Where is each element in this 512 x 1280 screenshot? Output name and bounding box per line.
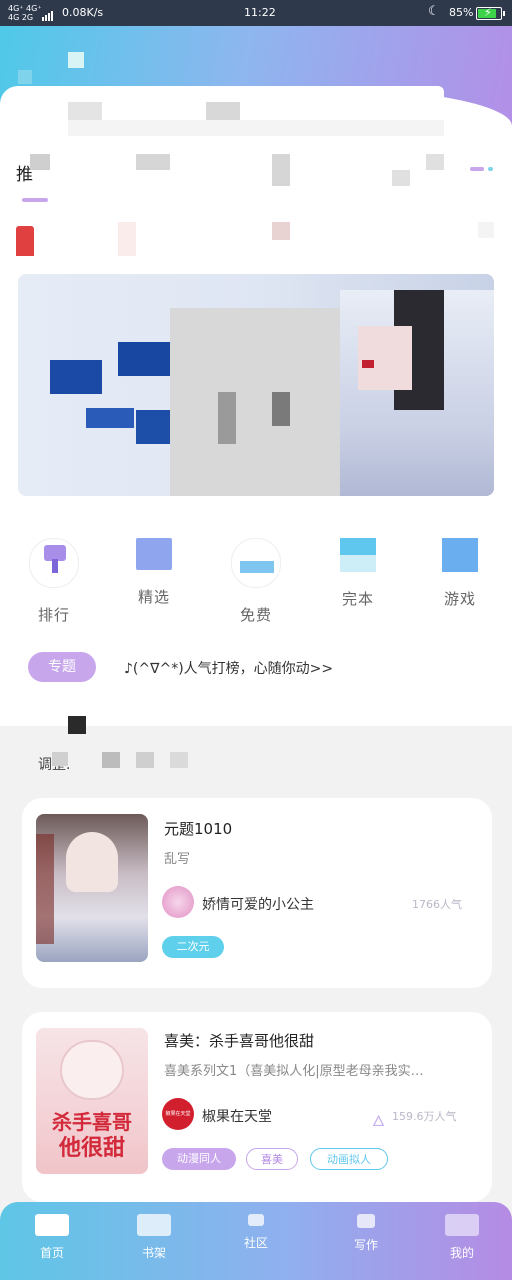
banner-text-block — [50, 360, 102, 394]
header-decoration — [18, 70, 32, 84]
cover-window-frame — [36, 834, 54, 944]
category-ranking[interactable]: 排行 — [14, 538, 94, 625]
network-speed: 0.08K/s — [62, 6, 104, 19]
category-game[interactable]: 游戏 — [420, 538, 500, 609]
tab-label-block[interactable] — [392, 170, 410, 186]
category-featured[interactable]: 精选 — [114, 538, 194, 607]
book-description: 喜美系列文1（喜美拟人化|原型老母亲我实… — [164, 1064, 424, 1079]
category-label: 精选 — [137, 588, 170, 606]
search-bar[interactable] — [68, 86, 444, 138]
status-bar: 4G⁺ 4G⁺ 4G 2G 0.08K/s 11:22 ☾ 85% ⚡ — [0, 0, 512, 26]
search-placeholder-block — [206, 102, 240, 120]
category-label: 完本 — [341, 590, 374, 608]
signal-bars-icon — [42, 8, 54, 21]
banner-mark — [272, 392, 290, 426]
subtab-block[interactable] — [478, 222, 494, 238]
category-free[interactable]: 免费 — [216, 538, 296, 625]
battery-icon: ⚡ — [476, 6, 505, 20]
author-avatar[interactable]: 椒果在天堂 — [162, 1098, 194, 1130]
promo-banner[interactable] — [18, 274, 494, 496]
ranking-icon — [29, 538, 79, 588]
nav-label: 我的 — [449, 1246, 474, 1260]
flame-icon: 🜂 — [372, 1112, 386, 1130]
nav-home[interactable]: 首页 — [12, 1210, 92, 1261]
book-tag[interactable]: 动漫同人 — [162, 1148, 236, 1170]
category-completed[interactable]: 完本 — [318, 538, 398, 609]
book-tag[interactable]: 二次元 — [162, 936, 224, 958]
game-icon — [442, 538, 478, 572]
write-icon — [357, 1214, 375, 1228]
tab-label-block[interactable] — [272, 154, 290, 186]
subtab-block[interactable] — [118, 222, 136, 256]
active-tab-indicator — [22, 198, 48, 202]
popularity-count: 159.6万人气 — [392, 1110, 457, 1123]
book-title[interactable]: 喜美：杀手喜哥他很甜 — [164, 1030, 314, 1051]
banner-text-block — [118, 342, 172, 376]
free-icon — [231, 538, 281, 588]
hot-icon — [16, 226, 34, 256]
profile-icon — [445, 1214, 479, 1236]
tab-label-block[interactable] — [136, 154, 170, 170]
nav-community[interactable]: 社区 — [216, 1210, 296, 1251]
tab-more-icon[interactable] — [470, 156, 497, 175]
tab-label-block[interactable] — [426, 154, 444, 170]
book-tag[interactable]: 喜美 — [246, 1148, 298, 1170]
nav-bookshelf[interactable]: 书架 — [114, 1210, 194, 1261]
search-placeholder-block — [68, 102, 102, 120]
category-label: 免费 — [239, 606, 272, 624]
topic-link[interactable]: ♪(^∇^*)人气打榜，心随你动>> — [124, 658, 333, 678]
author-name[interactable]: 椒果在天堂 — [202, 1106, 272, 1126]
banner-text-block — [86, 408, 134, 428]
tab-label-block — [30, 154, 50, 170]
character-face — [358, 326, 412, 390]
search-placeholder-block — [68, 120, 444, 136]
moon-icon: ☾ — [428, 4, 440, 19]
section-icon — [68, 716, 86, 734]
book-cover[interactable]: 杀手喜哥 他很甜 — [36, 1028, 148, 1174]
battery-percent: 85% — [449, 6, 474, 19]
book-cover[interactable] — [36, 814, 148, 962]
home-icon — [35, 1214, 69, 1236]
signal-indicator: 4G⁺ 4G⁺ 4G 2G — [8, 4, 42, 22]
nav-label: 书架 — [141, 1246, 166, 1260]
author-avatar[interactable] — [162, 886, 194, 918]
nav-label: 写作 — [353, 1238, 378, 1252]
nav-label: 首页 — [39, 1246, 64, 1260]
book-tag[interactable]: 动画拟人 — [310, 1148, 388, 1170]
author-name[interactable]: 娇情可爱的小公主 — [202, 894, 314, 914]
section-title-block — [52, 752, 68, 766]
section-title-block — [170, 752, 188, 768]
banner-text-block — [136, 410, 172, 444]
community-icon — [248, 1214, 264, 1226]
cover-title-line: 他很甜 — [58, 1136, 125, 1161]
category-label: 排行 — [37, 606, 70, 624]
banner-center-image — [170, 308, 340, 496]
bookshelf-icon — [137, 1214, 171, 1236]
featured-icon — [136, 538, 172, 570]
cover-character — [66, 832, 118, 892]
nav-label: 社区 — [243, 1236, 268, 1250]
nav-write[interactable]: 写作 — [326, 1210, 406, 1253]
topic-badge[interactable]: 专题 — [28, 652, 96, 682]
completed-icon — [340, 538, 376, 572]
clock: 11:22 — [244, 6, 276, 19]
banner-character-image — [340, 290, 494, 496]
character-lips — [362, 360, 374, 368]
banner-mark — [218, 392, 236, 444]
popularity-count: 1766人气 — [412, 898, 462, 911]
book-description: 乱写 — [164, 852, 191, 867]
app-logo — [68, 52, 84, 68]
category-label: 游戏 — [443, 590, 476, 608]
section-title-block — [136, 752, 154, 768]
subtab-block[interactable] — [272, 222, 290, 240]
nav-profile[interactable]: 我的 — [422, 1210, 502, 1261]
book-title[interactable]: 元题1010 — [164, 818, 232, 839]
cover-character — [60, 1040, 124, 1100]
section-title-block — [102, 752, 120, 768]
